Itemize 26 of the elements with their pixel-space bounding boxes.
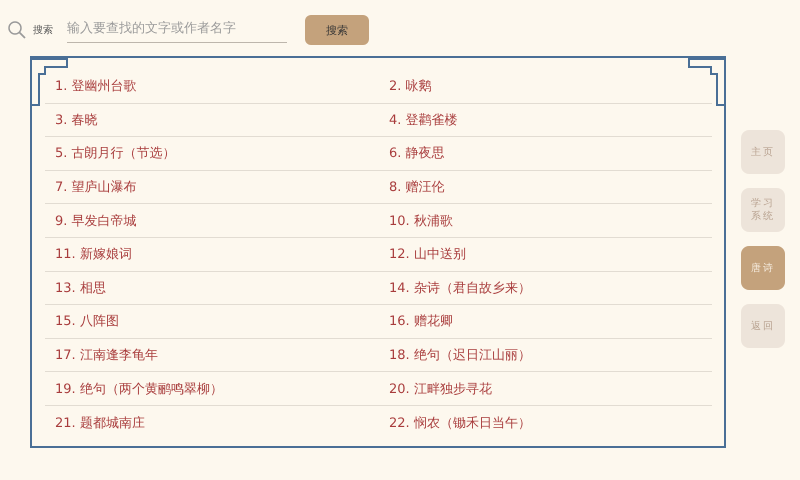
poem-link[interactable]: 9. 早发白帝城 bbox=[55, 212, 137, 230]
poem-link[interactable]: 10. 秋浦歌 bbox=[389, 212, 453, 230]
poem-link[interactable]: 19. 绝句（两个黄鹂鸣翠柳） bbox=[55, 380, 223, 398]
poem-link[interactable]: 16. 赠花卿 bbox=[389, 312, 453, 330]
poem-link[interactable]: 8. 赠汪伦 bbox=[389, 178, 445, 196]
poem-link[interactable]: 18. 绝句（迟日江山丽） bbox=[389, 346, 531, 364]
poem-link[interactable]: 2. 咏鹅 bbox=[389, 77, 432, 96]
poem-link[interactable]: 1. 登幽州台歌 bbox=[55, 77, 137, 96]
poem-link[interactable]: 14. 杂诗（君自故乡来） bbox=[389, 278, 531, 297]
poem-link[interactable]: 11. 新嫁娘词 bbox=[55, 245, 132, 264]
poem-link[interactable]: 13. 相思 bbox=[55, 278, 106, 297]
poem-link[interactable]: 7. 望庐山瀑布 bbox=[55, 178, 137, 196]
search-icon bbox=[7, 20, 27, 40]
poem-link[interactable]: 15. 八阵图 bbox=[55, 312, 119, 330]
poem-link[interactable]: 3. 春晓 bbox=[55, 110, 98, 129]
search-label: 搜索 bbox=[33, 24, 53, 37]
search-button[interactable]: 搜索 bbox=[305, 15, 369, 45]
poem-link[interactable]: 21. 题都城南庄 bbox=[55, 414, 145, 432]
poem-link[interactable]: 6. 静夜思 bbox=[389, 144, 445, 162]
poem-link[interactable]: 22. 悯农（锄禾日当午） bbox=[389, 414, 531, 432]
poem-link[interactable]: 4. 登鹳雀楼 bbox=[389, 110, 458, 129]
poem-link[interactable]: 5. 古朗月行（节选） bbox=[55, 144, 176, 162]
poem-link[interactable]: 17. 江南逢李龟年 bbox=[55, 346, 158, 364]
search-field[interactable]: 输入要查找的文字或作者名字 bbox=[67, 17, 287, 43]
poem-link[interactable]: 12. 山中送别 bbox=[389, 245, 466, 264]
poem-link[interactable]: 20. 江畔独步寻花 bbox=[389, 380, 492, 398]
